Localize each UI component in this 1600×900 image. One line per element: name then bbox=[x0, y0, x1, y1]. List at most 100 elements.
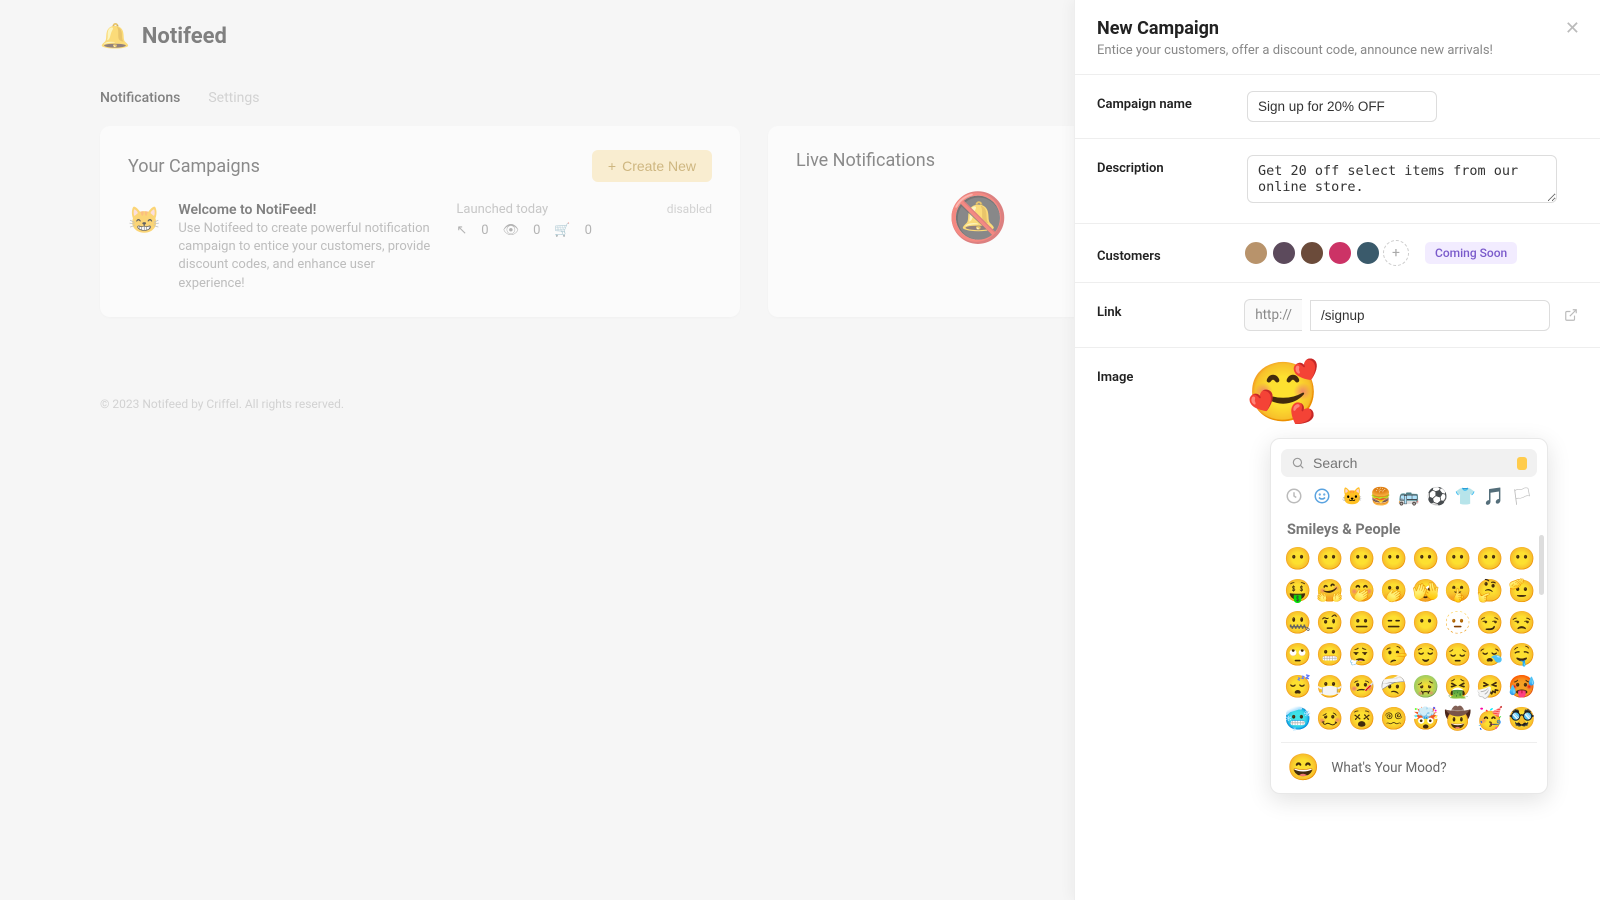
emoji-option[interactable]: 🤮 bbox=[1443, 672, 1473, 702]
emoji-option[interactable]: 🤧 bbox=[1475, 672, 1505, 702]
tab-settings[interactable]: Settings bbox=[208, 90, 259, 106]
emoji-option[interactable]: 😶 bbox=[1411, 608, 1441, 638]
emoji-option[interactable]: 😶 bbox=[1347, 544, 1377, 574]
avatar[interactable] bbox=[1243, 240, 1269, 266]
campaign-launch-meta: Launched today bbox=[456, 202, 592, 217]
emoji-option[interactable]: 🤥 bbox=[1379, 640, 1409, 670]
emoji-scrollbar[interactable] bbox=[1539, 535, 1544, 595]
brand-bell-icon: 🔔 bbox=[100, 22, 130, 50]
add-customer-button[interactable]: + bbox=[1383, 240, 1409, 266]
link-prefix: http:// bbox=[1244, 299, 1302, 331]
emoji-option[interactable]: 😶 bbox=[1475, 544, 1505, 574]
emoji-option[interactable]: 😬 bbox=[1315, 640, 1345, 670]
avatar[interactable] bbox=[1299, 240, 1325, 266]
emoji-option[interactable]: 😐 bbox=[1347, 608, 1377, 638]
plus-icon: + bbox=[608, 158, 616, 174]
app-brand: 🔔 Notifeed bbox=[100, 22, 227, 50]
emoji-option[interactable]: 🤢 bbox=[1411, 672, 1441, 702]
panel-subtitle: Entice your customers, offer a discount … bbox=[1097, 43, 1578, 58]
mood-emoji-icon: 😄 bbox=[1287, 753, 1319, 783]
live-title: Live Notifications bbox=[796, 150, 935, 171]
emoji-option[interactable]: 🤕 bbox=[1379, 672, 1409, 702]
avatar[interactable] bbox=[1271, 240, 1297, 266]
emoji-option[interactable]: 😷 bbox=[1315, 672, 1345, 702]
emoji-option[interactable]: 🤤 bbox=[1507, 640, 1537, 670]
emoji-search[interactable] bbox=[1281, 449, 1537, 477]
campaign-name-input[interactable] bbox=[1247, 91, 1437, 122]
emoji-search-input[interactable] bbox=[1313, 455, 1503, 471]
cart-icon: 🛒 bbox=[554, 223, 570, 238]
cat-food-icon[interactable]: 🍔 bbox=[1370, 487, 1392, 507]
avatar[interactable] bbox=[1355, 240, 1381, 266]
emoji-option[interactable]: 🤔 bbox=[1475, 576, 1505, 606]
emoji-grid: 😶😶😶😶😶😶😶😶🤑🤗🤭🫢🫣🤫🤔🫡🤐🤨😐😑😶🫥😏😒🙄😬😮‍💨🤥😌😔😪🤤😴😷🤒🤕🤢🤮… bbox=[1281, 544, 1537, 734]
close-icon[interactable]: ✕ bbox=[1565, 18, 1580, 39]
emoji-option[interactable]: 😏 bbox=[1475, 608, 1505, 638]
emoji-option[interactable]: 😵 bbox=[1347, 704, 1377, 734]
cat-flags-icon[interactable]: 🏳 bbox=[1511, 487, 1533, 507]
emoji-option[interactable]: 🙄 bbox=[1283, 640, 1313, 670]
emoji-option[interactable]: 🫢 bbox=[1379, 576, 1409, 606]
emoji-option[interactable]: 😒 bbox=[1507, 608, 1537, 638]
emoji-option[interactable]: 😴 bbox=[1283, 672, 1313, 702]
emoji-option[interactable]: 🤑 bbox=[1283, 576, 1313, 606]
brand-name: Notifeed bbox=[142, 24, 227, 49]
create-new-button[interactable]: + Create New bbox=[592, 150, 712, 182]
emoji-option[interactable]: 😶 bbox=[1283, 544, 1313, 574]
emoji-option[interactable]: 🫣 bbox=[1411, 576, 1441, 606]
emoji-option[interactable]: 🤨 bbox=[1315, 608, 1345, 638]
emoji-option[interactable]: 🤫 bbox=[1443, 576, 1473, 606]
eye-icon: 👁 bbox=[503, 223, 520, 238]
cat-symbols-icon[interactable]: 🎵 bbox=[1483, 487, 1505, 507]
cat-travel-icon[interactable]: 🚌 bbox=[1398, 487, 1420, 507]
emoji-option[interactable]: 😪 bbox=[1475, 640, 1505, 670]
emoji-option[interactable]: 😑 bbox=[1379, 608, 1409, 638]
emoji-option[interactable]: 😶 bbox=[1411, 544, 1441, 574]
emoji-option[interactable]: 🤗 bbox=[1315, 576, 1345, 606]
campaign-row[interactable]: 😸 Welcome to NotiFeed! Use Notifeed to c… bbox=[128, 202, 712, 293]
emoji-option[interactable]: 😮‍💨 bbox=[1347, 640, 1377, 670]
emoji-option[interactable]: 🤭 bbox=[1347, 576, 1377, 606]
emoji-option[interactable]: 😶 bbox=[1443, 544, 1473, 574]
campaign-item-title: Welcome to NotiFeed! bbox=[178, 202, 438, 218]
cat-objects-icon[interactable]: 👕 bbox=[1455, 487, 1477, 507]
label-description: Description bbox=[1097, 155, 1247, 176]
emoji-option[interactable]: 🤠 bbox=[1443, 704, 1473, 734]
cat-activities-icon[interactable]: ⚽ bbox=[1426, 487, 1448, 507]
cat-smileys-icon[interactable] bbox=[1313, 487, 1335, 507]
label-customers: Customers bbox=[1097, 243, 1247, 264]
campaign-emoji-icon: 😸 bbox=[128, 206, 160, 236]
avatar[interactable] bbox=[1327, 240, 1353, 266]
emoji-option[interactable]: 🥳 bbox=[1475, 704, 1505, 734]
emoji-option[interactable]: 😵‍💫 bbox=[1379, 704, 1409, 734]
empty-bell-icon: 🔕 bbox=[948, 189, 1008, 246]
your-campaigns-card: Your Campaigns + Create New 😸 Welcome to… bbox=[100, 126, 740, 317]
skin-tone-selector[interactable] bbox=[1517, 457, 1527, 470]
emoji-option[interactable]: 😶 bbox=[1315, 544, 1345, 574]
tab-notifications[interactable]: Notifications bbox=[100, 90, 180, 106]
description-input[interactable]: Get 20 off select items from our online … bbox=[1247, 155, 1557, 203]
selected-emoji-preview[interactable]: 🥰 bbox=[1247, 359, 1319, 427]
emoji-option[interactable]: 🥸 bbox=[1507, 704, 1537, 734]
emoji-option[interactable]: 🥶 bbox=[1283, 704, 1313, 734]
emoji-option[interactable]: 😶 bbox=[1507, 544, 1537, 574]
external-link-icon[interactable] bbox=[1564, 308, 1578, 322]
emoji-option[interactable]: 😔 bbox=[1443, 640, 1473, 670]
emoji-option[interactable]: 😌 bbox=[1411, 640, 1441, 670]
panel-title: New Campaign bbox=[1097, 18, 1578, 39]
emoji-option[interactable]: 😶 bbox=[1379, 544, 1409, 574]
emoji-option[interactable]: 🥴 bbox=[1315, 704, 1345, 734]
link-input[interactable] bbox=[1310, 300, 1550, 331]
cat-animals-icon[interactable]: 🐱 bbox=[1342, 487, 1364, 507]
emoji-option[interactable]: 🥵 bbox=[1507, 672, 1537, 702]
emoji-option[interactable]: 🤒 bbox=[1347, 672, 1377, 702]
emoji-option[interactable]: 🫥 bbox=[1443, 608, 1473, 638]
emoji-option[interactable]: 🤯 bbox=[1411, 704, 1441, 734]
cat-recent-icon[interactable] bbox=[1285, 487, 1307, 507]
emoji-option[interactable]: 🤐 bbox=[1283, 608, 1313, 638]
campaign-item-body: Use Notifeed to create powerful notifica… bbox=[178, 220, 438, 293]
emoji-option[interactable]: 🫡 bbox=[1507, 576, 1537, 606]
customer-avatars: + Coming Soon bbox=[1247, 240, 1578, 266]
coming-soon-badge: Coming Soon bbox=[1425, 242, 1517, 264]
label-link: Link bbox=[1097, 299, 1244, 320]
